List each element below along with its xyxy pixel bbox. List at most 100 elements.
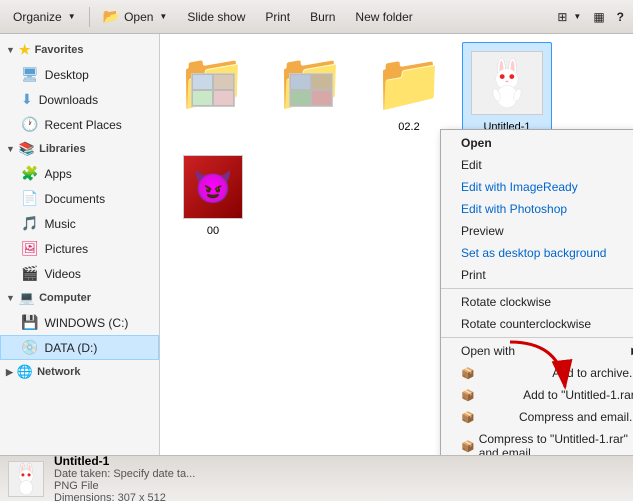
- favorites-icon: ★: [19, 42, 31, 58]
- list-item[interactable]: 📁: [168, 42, 258, 138]
- ctx-item-photoshop[interactable]: Edit with Photoshop: [441, 198, 633, 220]
- favorites-section[interactable]: ▼ ★ Favorites: [0, 38, 159, 62]
- mini-cell: [213, 90, 234, 106]
- ctx-add-rar-icon: 📦: [461, 389, 475, 402]
- status-dimensions: Dimensions: 307 x 512: [54, 492, 195, 504]
- music-label: Music: [44, 217, 75, 231]
- devil-icon: 😈: [193, 168, 233, 206]
- status-date: Date taken: Specify date ta...: [54, 468, 195, 480]
- ctx-item-compress-email[interactable]: 📦 Compress and email...: [441, 406, 633, 428]
- sidebar-item-recent[interactable]: 🕐 Recent Places: [0, 112, 159, 137]
- videos-label: Videos: [44, 267, 80, 281]
- main-layout: ▼ ★ Favorites 🖥 Desktop ⬇ Downloads 🕐 Re…: [0, 34, 633, 455]
- ctx-rotate-cw-label: Rotate clockwise: [461, 295, 551, 309]
- mini-cell: [290, 90, 311, 106]
- documents-icon: 📄: [21, 190, 38, 207]
- libraries-icon: 📚: [19, 141, 35, 157]
- slideshow-label: Slide show: [187, 10, 245, 24]
- network-section[interactable]: ▶ 🌐 Network: [0, 360, 159, 384]
- ctx-add-rar-label: Add to "Untitled-1.rar": [523, 388, 633, 402]
- rabbit-svg: [482, 55, 532, 111]
- ctx-preview-label: Preview: [461, 224, 504, 238]
- drive-d-icon: 💿: [21, 339, 38, 356]
- sidebar-item-downloads[interactable]: ⬇ Downloads: [0, 87, 159, 112]
- pane-button[interactable]: ▦: [588, 4, 609, 30]
- sidebar: ▼ ★ Favorites 🖥 Desktop ⬇ Downloads 🕐 Re…: [0, 34, 160, 455]
- ctx-item-add-archive[interactable]: 📦 Add to archive...: [441, 362, 633, 384]
- view-dropdown-arrow: ▼: [573, 12, 581, 21]
- libraries-arrow: ▼: [6, 144, 15, 154]
- ctx-item-compress-rar-email[interactable]: 📦 Compress to "Untitled-1.rar" and email: [441, 428, 633, 455]
- ctx-open-label: Open: [461, 136, 492, 150]
- ctx-item-rotate-cw[interactable]: Rotate clockwise: [441, 291, 633, 313]
- ctx-edit-label: Edit: [461, 158, 482, 172]
- burn-button[interactable]: Burn: [301, 4, 344, 30]
- ctx-imageready-label: Edit with ImageReady: [461, 180, 578, 194]
- slideshow-button[interactable]: Slide show: [178, 4, 254, 30]
- mini-cell: [311, 74, 332, 90]
- open-icon: 📂: [103, 8, 120, 25]
- ctx-item-open-with[interactable]: Open with ▶: [441, 340, 633, 362]
- sidebar-item-apps[interactable]: 🧩 Apps: [0, 161, 159, 186]
- organize-dropdown-arrow: ▼: [68, 12, 76, 21]
- open-button[interactable]: 📂 Open ▼: [94, 4, 177, 30]
- list-item[interactable]: 😈 00: [168, 146, 258, 242]
- sidebar-item-music[interactable]: 🎵 Music: [0, 211, 159, 236]
- ctx-desktop-bg-label: Set as desktop background: [461, 246, 606, 260]
- organize-label: Organize: [13, 10, 62, 24]
- status-filename: Untitled-1: [54, 454, 195, 468]
- ctx-item-rotate-ccw[interactable]: Rotate counterclockwise: [441, 313, 633, 335]
- apps-label: Apps: [44, 167, 71, 181]
- sidebar-item-drive-c[interactable]: 💾 WINDOWS (C:): [0, 310, 159, 335]
- sidebar-item-pictures[interactable]: 🖼 Pictures: [0, 236, 159, 261]
- desktop-icon: 🖥: [21, 66, 39, 83]
- recent-label: Recent Places: [44, 118, 121, 132]
- list-item[interactable]: Untitled-1: [462, 42, 552, 138]
- desktop-label: Desktop: [45, 68, 89, 82]
- status-info: Untitled-1 Date taken: Specify date ta..…: [54, 454, 195, 504]
- folder-with-overlay-2: 📁: [275, 51, 347, 115]
- ctx-item-desktop-bg[interactable]: Set as desktop background: [441, 242, 633, 264]
- burn-label: Burn: [310, 10, 335, 24]
- file-thumbnail-5: 😈: [177, 151, 249, 223]
- mini-cell: [192, 74, 213, 90]
- apps-icon: 🧩: [21, 165, 38, 182]
- organize-button[interactable]: Organize ▼: [4, 4, 85, 30]
- pane-icon: ▦: [593, 10, 604, 24]
- ctx-item-preview[interactable]: Preview: [441, 220, 633, 242]
- computer-icon: 💻: [19, 290, 35, 306]
- newfolder-button[interactable]: New folder: [346, 4, 421, 30]
- ctx-compress-email-label: Compress and email...: [519, 410, 633, 424]
- ctx-item-print[interactable]: Print: [441, 264, 633, 286]
- ctx-item-edit[interactable]: Edit: [441, 154, 633, 176]
- list-item[interactable]: 📁 02.2: [364, 42, 454, 138]
- documents-label: Documents: [44, 192, 105, 206]
- computer-section[interactable]: ▼ 💻 Computer: [0, 286, 159, 310]
- ctx-compress-rar-email-label: Compress to "Untitled-1.rar" and email: [479, 432, 633, 455]
- context-menu: Open Edit Edit with ImageReady Edit with…: [440, 129, 633, 455]
- network-label: Network: [37, 366, 80, 378]
- folder-with-overlay-1: 📁: [177, 51, 249, 115]
- drive-c-icon: 💾: [21, 314, 38, 331]
- print-button[interactable]: Print: [256, 4, 299, 30]
- computer-arrow: ▼: [6, 293, 15, 303]
- computer-label: Computer: [39, 292, 91, 304]
- list-item[interactable]: 📁: [266, 42, 356, 138]
- pictures-icon: 🖼: [21, 240, 39, 257]
- file-thumbnail-2: 📁: [275, 47, 347, 119]
- view-button[interactable]: ⊞ ▼: [552, 4, 586, 30]
- help-button[interactable]: ?: [612, 4, 629, 30]
- sidebar-item-desktop[interactable]: 🖥 Desktop: [0, 62, 159, 87]
- print-label: Print: [265, 10, 290, 24]
- libraries-section[interactable]: ▼ 📚 Libraries: [0, 137, 159, 161]
- ctx-add-archive-icon: 📦: [461, 367, 475, 380]
- ctx-item-add-rar[interactable]: 📦 Add to "Untitled-1.rar": [441, 384, 633, 406]
- ctx-open-with-label: Open with: [461, 344, 515, 358]
- network-icon: 🌐: [17, 364, 33, 380]
- sidebar-item-documents[interactable]: 📄 Documents: [0, 186, 159, 211]
- ctx-item-open[interactable]: Open: [441, 132, 633, 154]
- sidebar-item-drive-d[interactable]: 💿 DATA (D:): [0, 335, 159, 360]
- mini-cell: [213, 74, 234, 90]
- sidebar-item-videos[interactable]: 🎬 Videos: [0, 261, 159, 286]
- ctx-item-imageready[interactable]: Edit with ImageReady: [441, 176, 633, 198]
